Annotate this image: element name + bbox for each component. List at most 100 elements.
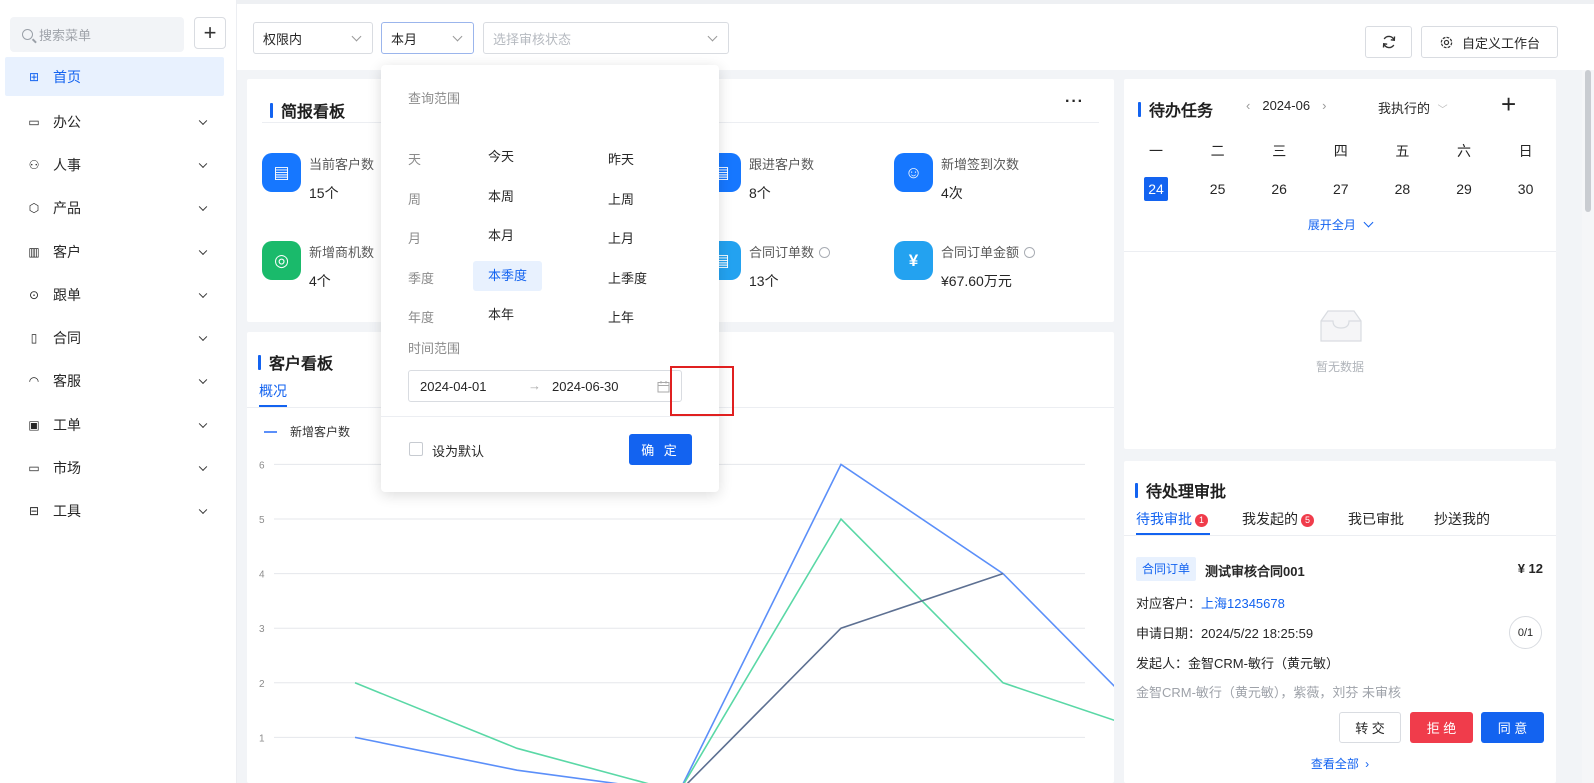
range-option-current[interactable]: 本周 [473, 182, 529, 212]
stat-card[interactable]: ▤ 合同订单数 13个 [702, 241, 831, 291]
initiator-name: 金智CRM-敏行（黄元敏） [1188, 656, 1339, 671]
add-button[interactable]: + [194, 17, 226, 49]
range-option-current[interactable]: 本月 [473, 221, 529, 251]
sidebar-item-1[interactable]: ▭ 办公 [5, 100, 224, 143]
chevron-right-icon[interactable]: › [1322, 98, 1326, 113]
range-option-current[interactable]: 今天 [473, 142, 529, 172]
range-option-current[interactable]: 本季度 [473, 260, 543, 291]
customer-icon: ▥ [28, 244, 40, 259]
sidebar-item-7[interactable]: ◠ 客服 [5, 360, 224, 403]
stat-card[interactable]: ¥ 合同订单金额 ¥67.60万元 [894, 241, 1036, 291]
empty-inbox-icon [1320, 310, 1362, 342]
range-option-current[interactable]: 本年 [473, 300, 529, 330]
stat-text: 合同订单数 13个 [749, 241, 831, 291]
range-option-previous[interactable]: 上季度 [608, 268, 647, 287]
order-amount-icon: ¥ [894, 241, 933, 280]
sidebar-item-label: 市场 [53, 460, 81, 477]
approval-tab-3[interactable]: 抄送我的 [1434, 509, 1490, 529]
menu-search-input[interactable]: 搜索菜单 [10, 17, 184, 52]
tools-icon: ⊟ [28, 504, 40, 519]
range-row-label: 年度 [408, 310, 435, 325]
range-option-previous[interactable]: 上年 [608, 307, 634, 326]
divider [381, 416, 719, 417]
sidebar-item-label: 合同 [53, 330, 81, 347]
calendar-day[interactable]: 30 [1514, 177, 1538, 201]
sidebar-item-9[interactable]: ▭ 市场 [5, 446, 224, 489]
sidebar-item-6[interactable]: ▯ 合同 [5, 316, 224, 359]
status-select[interactable]: 选择审核状态 [483, 22, 729, 54]
sidebar-item-4[interactable]: ▥ 客户 [5, 230, 224, 273]
approval-tab-2[interactable]: 我已审批 [1348, 509, 1404, 529]
approval-tab-label: 抄送我的 [1434, 511, 1490, 527]
calendar-day[interactable]: 29 [1452, 177, 1476, 201]
calendar-day[interactable]: 25 [1206, 177, 1230, 201]
chevron-left-icon[interactable]: ‹ [1246, 98, 1250, 113]
end-date-input[interactable]: 2024-06-30 [552, 379, 619, 394]
sidebar-item-0[interactable]: ⊞ 首页 [5, 57, 224, 96]
approve-button[interactable]: 同 意 [1481, 712, 1544, 743]
customize-workbench-button[interactable]: 自定义工作台 [1421, 26, 1558, 58]
sidebar-item-3[interactable]: ⬡ 产品 [5, 187, 224, 230]
y-tick-label: 2 [259, 679, 265, 690]
chevron-down-icon [198, 202, 208, 212]
page-scrollbar[interactable] [1582, 70, 1594, 783]
executor-filter[interactable]: 我执行的 ﹀ [1378, 98, 1448, 117]
range-option-previous[interactable]: 上月 [608, 228, 634, 247]
stat-card[interactable]: ▤ 当前客户数 15个 [262, 153, 374, 203]
scope-select[interactable]: 权限内 [253, 22, 373, 54]
approval-tab-0[interactable]: 待我审批 1 [1136, 509, 1208, 529]
sidebar-item-label: 工单 [53, 416, 81, 433]
apply-date: 2024/5/22 18:25:59 [1201, 626, 1314, 641]
expand-month-link[interactable]: 展开全月 [1124, 216, 1556, 233]
approval-amount: ¥ 12 [1517, 561, 1543, 576]
range-row-label: 周 [408, 191, 422, 207]
stat-label: 合同订单数 [749, 242, 831, 261]
sidebar-menu: ⊞ 首页 ▭ 办公 ⚇ 人事 ⬡ 产品 ▥ 客户 ⊙ 跟单 ▯ 合同 ◠ 客服 ▣ 工单 ▭ 市场 ⊟ 工具 [5, 57, 224, 533]
approval-tab-1[interactable]: 我发起的 5 [1242, 509, 1314, 529]
date-range-picker[interactable]: 2024-04-01 → 2024-06-30 [408, 370, 682, 402]
chevron-down-icon [1363, 217, 1374, 228]
approval-item-name[interactable]: 测试审核合同001 [1205, 561, 1305, 580]
range-option-previous[interactable]: 昨天 [608, 149, 634, 168]
stat-card[interactable]: ◎ 新增商机数 4个 [262, 241, 374, 291]
view-all-link[interactable]: 查看全部 › [1124, 755, 1556, 772]
weekday-header: 五 [1395, 143, 1410, 159]
initiator-label: 发起人： [1136, 656, 1189, 671]
calendar-day[interactable]: 27 [1329, 177, 1353, 201]
gear-icon [1440, 36, 1453, 48]
period-select[interactable]: 本月 [381, 22, 474, 54]
range-option-previous[interactable]: 上周 [608, 189, 634, 208]
sidebar-item-10[interactable]: ⊟ 工具 [5, 490, 224, 533]
range-row-label: 季度 [408, 270, 435, 286]
divider [1124, 535, 1556, 536]
stat-value: ¥67.60万元 [941, 273, 1012, 289]
y-tick-label: 3 [259, 624, 265, 635]
calendar-day[interactable]: 28 [1390, 177, 1414, 201]
range-row: 月 本月 上月 [408, 221, 698, 251]
date-label: 申请日期： [1136, 626, 1202, 641]
stat-label-text: 合同订单金额 [941, 245, 1020, 260]
stat-card[interactable]: ☺ 新增签到次数 4次 [894, 153, 1019, 203]
set-default-checkbox[interactable] [409, 442, 423, 456]
ticket-icon: ▣ [28, 417, 40, 432]
reject-button[interactable]: 拒 绝 [1410, 712, 1473, 743]
calendar-day[interactable]: 24 [1144, 177, 1168, 201]
scrollbar-thumb[interactable] [1585, 70, 1591, 212]
stat-text: 新增商机数 4个 [309, 241, 374, 291]
calendar-icon[interactable] [657, 380, 670, 393]
start-date-input[interactable]: 2024-04-01 [420, 379, 487, 394]
sidebar-item-2[interactable]: ⚇ 人事 [5, 143, 224, 186]
calendar-day[interactable]: 26 [1267, 177, 1291, 201]
scope-value: 权限内 [263, 31, 303, 47]
initiator-row: 发起人：金智CRM-敏行（黄元敏） [1136, 653, 1339, 672]
customer-link[interactable]: 上海12345678 [1201, 596, 1285, 611]
weekday-header: 三 [1272, 143, 1287, 159]
empty-state-label: 暂无数据 [1315, 360, 1364, 374]
add-task-button[interactable]: + [1501, 89, 1516, 120]
refresh-button[interactable] [1365, 26, 1412, 58]
transfer-button[interactable]: 转 交 [1339, 712, 1401, 743]
more-icon[interactable]: ··· [1065, 93, 1084, 111]
sidebar-item-8[interactable]: ▣ 工单 [5, 403, 224, 446]
confirm-button[interactable]: 确 定 [629, 434, 692, 465]
sidebar-item-5[interactable]: ⊙ 跟单 [5, 273, 224, 316]
